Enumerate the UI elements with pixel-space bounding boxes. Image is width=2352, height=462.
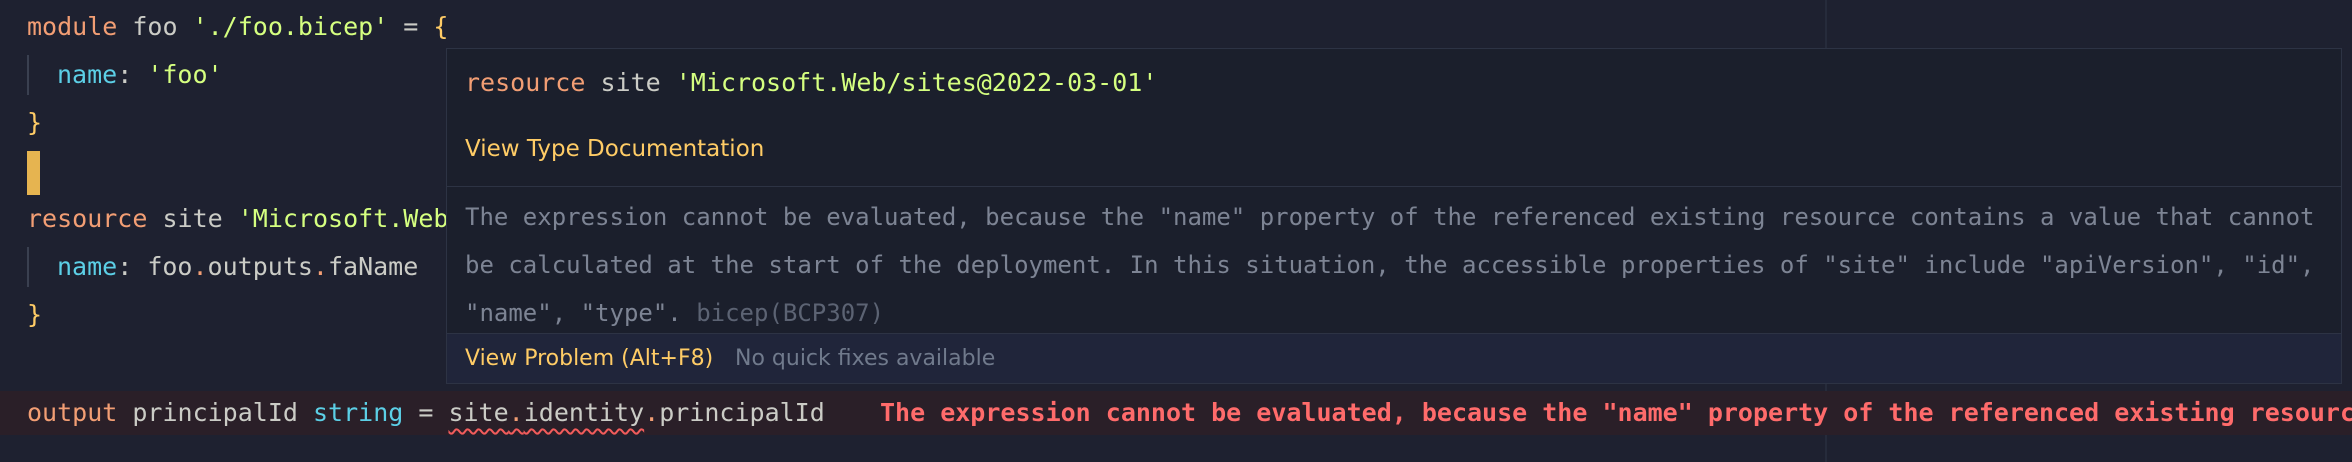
text-cursor [27, 151, 40, 195]
hover-popup[interactable]: resource site 'Microsoft.Web/sites@2022-… [446, 48, 2342, 384]
ref-outputs: outputs [207, 252, 313, 281]
inline-error-message: The expression cannot be evaluated, beca… [880, 398, 2352, 427]
dot: . [192, 252, 208, 281]
colon: : [117, 60, 148, 89]
module-name: foo [117, 12, 193, 41]
module-path: './foo.bicep' [192, 12, 389, 41]
resource-name: site [585, 68, 676, 97]
hover-status-bar: View Problem (Alt+F8) No quick fixes ava… [447, 333, 2341, 383]
open-brace: { [433, 12, 449, 41]
equals-sign: = [403, 398, 449, 427]
name-value: 'foo' [147, 60, 223, 89]
keyword-output: output [27, 398, 118, 427]
hover-divider [447, 186, 2341, 187]
code-line-close-brace[interactable]: } [27, 103, 42, 143]
no-quick-fixes-label: No quick fixes available [735, 346, 996, 371]
keyword-resource: resource [27, 204, 148, 233]
ref-identity[interactable]: identity [524, 398, 644, 427]
diagnostic-source: bicep(BCP307) [696, 299, 885, 327]
dot: . [312, 252, 328, 281]
resource-type: 'Microsoft.Web/sites@2022-03-01' [675, 68, 1158, 97]
code-line-module-name[interactable]: name: 'foo' [27, 55, 223, 95]
colon: : [117, 252, 148, 281]
output-type: string [312, 398, 404, 427]
code-line-close-brace[interactable]: } [27, 295, 42, 335]
view-type-documentation-link[interactable]: View Type Documentation [465, 129, 764, 169]
close-brace: } [27, 300, 43, 329]
ref-principalid: principalId [659, 398, 825, 427]
dot: . [644, 398, 660, 427]
code-line-resource-name[interactable]: name: foo.outputs.faName [27, 247, 418, 287]
keyword-module: module [27, 12, 118, 41]
close-brace: } [27, 108, 43, 137]
hover-diagnostic-message: The expression cannot be evaluated, beca… [465, 193, 2325, 337]
output-name: principalId [117, 398, 313, 427]
resource-type: 'Microsoft.Web [237, 204, 449, 233]
ref-foo: foo [147, 252, 193, 281]
code-line-output[interactable]: output principalId string = site.identit… [27, 393, 825, 433]
property-name: name [57, 252, 118, 281]
code-line-module[interactable]: module foo './foo.bicep' = { [27, 7, 448, 47]
code-line-resource[interactable]: resource site 'Microsoft.Web [27, 199, 448, 239]
equals-sign: = [388, 12, 434, 41]
view-problem-link[interactable]: View Problem (Alt+F8) [465, 334, 713, 384]
resource-name: site [147, 204, 238, 233]
ref-faname: faName [327, 252, 419, 281]
property-name: name [57, 60, 118, 89]
dot: . [508, 398, 524, 427]
keyword-resource: resource [465, 68, 586, 97]
hover-signature: resource site 'Microsoft.Web/sites@2022-… [465, 63, 1157, 103]
ref-site[interactable]: site [448, 398, 508, 427]
